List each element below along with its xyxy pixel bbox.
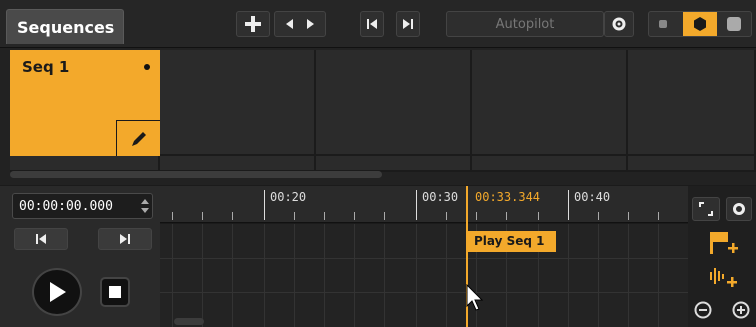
add-audio-button[interactable] — [708, 266, 738, 292]
empty-slot[interactable] — [316, 156, 472, 172]
sequence-name: Seq 1 — [22, 58, 70, 76]
gear-icon — [612, 17, 626, 31]
zoom-in-button[interactable] — [732, 301, 750, 323]
empty-slot[interactable] — [628, 50, 756, 156]
time-input[interactable]: 00:00:00.000 — [12, 193, 153, 219]
status-dot — [144, 64, 150, 70]
zoom-in-icon — [732, 301, 750, 319]
skip-end-icon — [120, 234, 130, 244]
timeline-settings-button[interactable] — [726, 197, 752, 221]
add-flag-button[interactable] — [708, 230, 738, 260]
sequence-card[interactable]: Seq 1 — [10, 50, 160, 156]
empty-slot[interactable] — [10, 156, 160, 172]
hexagon-icon — [694, 17, 706, 31]
empty-slot[interactable] — [160, 50, 316, 156]
view-mode-group — [648, 11, 752, 37]
skip-to-end-button[interactable] — [396, 11, 420, 37]
gear-icon — [733, 203, 745, 215]
autopilot-settings-button[interactable] — [604, 11, 634, 37]
zoom-out-button[interactable] — [694, 301, 712, 323]
grid-scrollbar[interactable] — [10, 171, 382, 178]
play-button[interactable] — [32, 268, 82, 316]
ruler-label: 00:30 — [422, 190, 459, 204]
edit-sequence-button[interactable] — [116, 120, 160, 156]
tab-sequences[interactable]: Sequences — [6, 9, 124, 44]
skip-start-icon — [36, 234, 46, 244]
plus-icon — [245, 16, 261, 32]
mode-medium-button[interactable] — [683, 12, 717, 36]
cue-marker[interactable]: Play Seq 1 — [468, 231, 556, 252]
prev-icon[interactable] — [284, 18, 296, 30]
expand-icon — [699, 202, 713, 216]
waveform-add-icon — [710, 268, 737, 287]
empty-slot[interactable] — [628, 156, 756, 172]
mode-large-icon[interactable] — [727, 17, 741, 31]
stop-icon — [109, 286, 121, 298]
autopilot-field[interactable]: Autopilot — [446, 11, 604, 37]
timeline-tracks[interactable] — [160, 224, 688, 327]
skip-start-icon — [367, 19, 377, 29]
prev-next-group — [274, 11, 326, 37]
skip-end-icon — [403, 19, 413, 29]
next-icon[interactable] — [304, 18, 316, 30]
stop-button[interactable] — [100, 277, 130, 307]
playhead-time: 00:33.344 — [475, 190, 541, 204]
expand-button[interactable] — [692, 197, 720, 221]
flag-add-icon — [710, 232, 738, 254]
empty-slot[interactable] — [316, 50, 472, 156]
timeline-scrollbar[interactable] — [174, 318, 204, 325]
mode-small-icon[interactable] — [659, 20, 667, 28]
add-sequence-button[interactable] — [236, 11, 270, 37]
time-stepper-icon[interactable] — [140, 197, 150, 215]
pencil-icon — [131, 131, 146, 146]
mouse-cursor-icon — [466, 284, 484, 311]
empty-slot[interactable] — [160, 156, 316, 172]
ruler-label: 00:20 — [270, 190, 307, 204]
zoom-out-icon — [694, 301, 712, 319]
play-icon — [50, 282, 66, 302]
timeline-ruler[interactable]: 00:20 00:30 00:40 00:33.344 — [160, 186, 688, 223]
empty-slot[interactable] — [472, 156, 628, 172]
skip-to-start-button[interactable] — [360, 11, 384, 37]
prev-cue-button[interactable] — [14, 228, 68, 250]
next-cue-button[interactable] — [98, 228, 152, 250]
empty-slot[interactable] — [472, 50, 628, 156]
ruler-label: 00:40 — [574, 190, 611, 204]
